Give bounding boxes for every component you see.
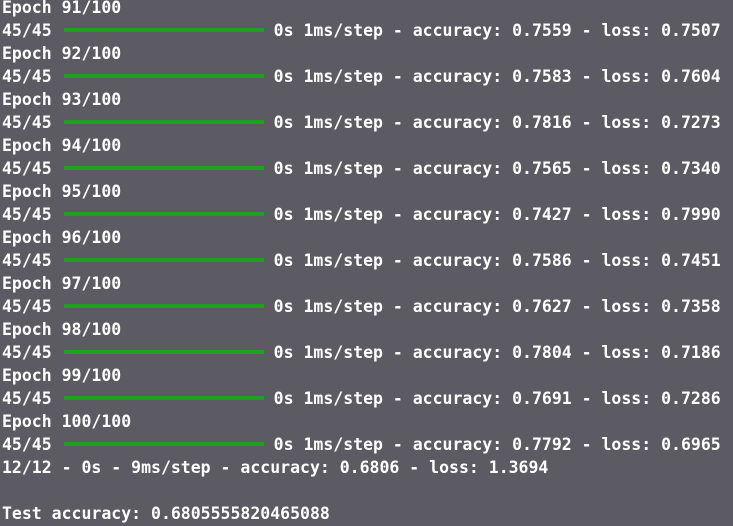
epoch-progress-line: 45/45 0s 1ms/step - accuracy: 0.7586 - lo… (2, 249, 733, 272)
evaluation-line: 12/12 - 0s - 9ms/step - accuracy: 0.6806… (2, 458, 549, 477)
epoch-header: Epoch 91/100 (2, 0, 122, 17)
epoch-header: Epoch 98/100 (2, 320, 122, 339)
progress-bar (63, 441, 264, 446)
epoch-metrics: 0s 1ms/step - accuracy: 0.7792 - loss: 0… (273, 435, 721, 454)
epoch-header: Epoch 92/100 (2, 44, 122, 63)
progress-bar (63, 165, 264, 170)
epoch-header: Epoch 95/100 (2, 182, 122, 201)
epoch-progress-line: 45/45 0s 1ms/step - accuracy: 0.7792 - lo… (2, 433, 733, 456)
step-count: 45/45 (2, 297, 52, 316)
epoch-metrics: 0s 1ms/step - accuracy: 0.7804 - loss: 0… (273, 343, 721, 362)
progress-bar (63, 27, 264, 32)
epoch-metrics: 0s 1ms/step - accuracy: 0.7583 - loss: 0… (273, 67, 721, 86)
epoch-metrics: 0s 1ms/step - accuracy: 0.7691 - loss: 0… (273, 389, 721, 408)
epoch-header: Epoch 100/100 (2, 412, 132, 431)
epoch-progress-line: 45/45 0s 1ms/step - accuracy: 0.7627 - lo… (2, 295, 733, 318)
epoch-progress-line: 45/45 0s 1ms/step - accuracy: 0.7804 - lo… (2, 341, 733, 364)
epoch-header: Epoch 99/100 (2, 366, 122, 385)
epoch-metrics: 0s 1ms/step - accuracy: 0.7627 - loss: 0… (273, 297, 721, 316)
step-count: 45/45 (2, 21, 52, 40)
epoch-header: Epoch 97/100 (2, 274, 122, 293)
epoch-metrics: 0s 1ms/step - accuracy: 0.7565 - loss: 0… (273, 159, 721, 178)
progress-bar (63, 211, 264, 216)
epoch-header: Epoch 93/100 (2, 90, 122, 109)
epoch-progress-line: 45/45 0s 1ms/step - accuracy: 0.7816 - lo… (2, 111, 733, 134)
terminal-output: Epoch 91/100 45/45 0s 1ms/step - accuracy… (0, 0, 733, 523)
progress-bar (63, 395, 264, 400)
epoch-progress-line: 45/45 0s 1ms/step - accuracy: 0.7565 - lo… (2, 157, 733, 180)
step-count: 45/45 (2, 389, 52, 408)
test-accuracy-line: Test accuracy: 0.6805555820465088 (2, 504, 330, 523)
epoch-metrics: 0s 1ms/step - accuracy: 0.7816 - loss: 0… (273, 113, 721, 132)
epoch-metrics: 0s 1ms/step - accuracy: 0.7427 - loss: 0… (273, 205, 721, 224)
step-count: 45/45 (2, 251, 52, 270)
epoch-progress-line: 45/45 0s 1ms/step - accuracy: 0.7559 - lo… (2, 19, 733, 42)
progress-bar (63, 73, 264, 78)
progress-bar (63, 119, 264, 124)
step-count: 45/45 (2, 205, 52, 224)
progress-bar (63, 257, 264, 262)
epoch-header: Epoch 94/100 (2, 136, 122, 155)
epoch-progress-line: 45/45 0s 1ms/step - accuracy: 0.7583 - lo… (2, 65, 733, 88)
step-count: 45/45 (2, 435, 52, 454)
step-count: 45/45 (2, 343, 52, 362)
epoch-header: Epoch 96/100 (2, 228, 122, 247)
epoch-metrics: 0s 1ms/step - accuracy: 0.7559 - loss: 0… (273, 21, 721, 40)
step-count: 45/45 (2, 159, 52, 178)
epoch-metrics: 0s 1ms/step - accuracy: 0.7586 - loss: 0… (273, 251, 721, 270)
step-count: 45/45 (2, 67, 52, 86)
progress-bar (63, 303, 264, 308)
step-count: 45/45 (2, 113, 52, 132)
epoch-progress-line: 45/45 0s 1ms/step - accuracy: 0.7427 - lo… (2, 203, 733, 226)
progress-bar (63, 349, 264, 354)
epoch-progress-line: 45/45 0s 1ms/step - accuracy: 0.7691 - lo… (2, 387, 733, 410)
